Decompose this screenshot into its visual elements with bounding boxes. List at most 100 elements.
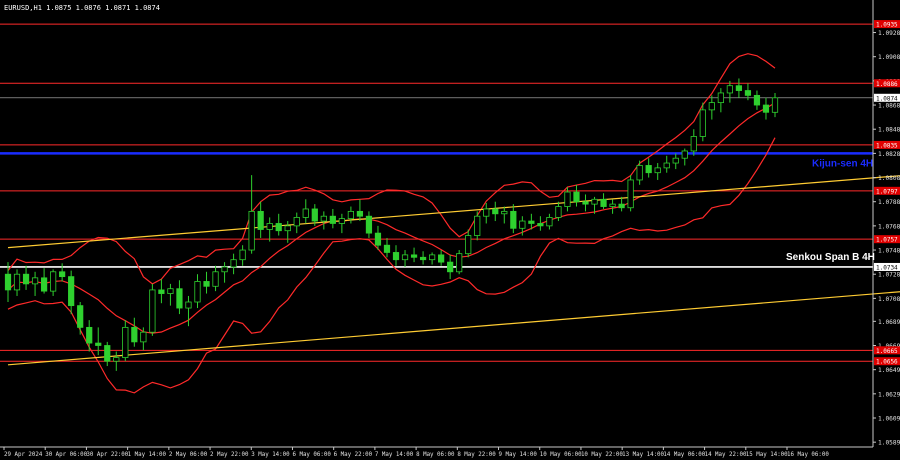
y-tick-label: 1.0728	[878, 272, 900, 279]
candle-body	[275, 223, 282, 232]
candle-body	[302, 208, 309, 218]
x-tick-label: 30 Apr 22:00	[86, 452, 128, 458]
x-tick-label: 2 May 22:00	[210, 452, 249, 458]
y-tick-label: 1.0848	[878, 127, 900, 134]
candle-body	[537, 223, 544, 227]
candle-body	[744, 90, 752, 96]
price-level-label: 1.0734	[876, 264, 898, 271]
candle-body	[86, 326, 93, 344]
candle-body	[465, 235, 472, 255]
candle-body	[13, 273, 21, 291]
y-tick-label: 1.0649	[878, 367, 900, 374]
candle-body	[447, 261, 454, 273]
x-tick-label: 1 May 14:00	[128, 452, 167, 458]
candle-body	[347, 210, 355, 220]
price-chart[interactable]: 1.09281.09081.08881.08681.08481.08281.08…	[0, 0, 900, 460]
candle-body	[185, 301, 192, 309]
candle-body	[419, 256, 427, 261]
chart-background	[0, 0, 900, 460]
x-tick-label: 15 May 14:00	[746, 452, 788, 458]
y-tick-label: 1.0768	[878, 223, 900, 230]
candle-body	[131, 326, 138, 343]
candle-body	[329, 215, 336, 224]
candle-body	[122, 326, 129, 358]
candle-body	[239, 249, 246, 261]
candle-body	[654, 167, 661, 174]
candle-body	[194, 281, 201, 303]
candle-body	[158, 289, 165, 294]
x-tick-label: 14 May 22:00	[705, 452, 747, 458]
price-level-label: 1.0886	[876, 81, 898, 88]
y-tick-label: 1.0589	[878, 440, 900, 447]
candle-body	[356, 210, 364, 217]
candle-body	[95, 342, 102, 346]
candle	[627, 175, 634, 212]
candle-body	[410, 254, 418, 258]
candle-body	[140, 331, 147, 343]
candle-body	[564, 191, 571, 207]
candle-body	[645, 165, 652, 174]
current-price-label: 1.0874	[876, 95, 898, 102]
candle-body	[203, 281, 210, 287]
candle-body	[31, 277, 39, 285]
y-tick-label: 1.0708	[878, 296, 900, 303]
candle-body	[221, 266, 228, 273]
candle-body	[555, 206, 562, 218]
candle-body	[212, 271, 219, 287]
candle-body	[546, 217, 553, 227]
candle-body	[428, 254, 436, 261]
candle-body	[338, 218, 345, 224]
chart-header-title: EURUSD,H1 1.0875 1.0876 1.0871 1.0874	[4, 4, 160, 12]
candle-body	[320, 215, 327, 222]
candle-body	[492, 208, 499, 215]
y-tick-label: 1.0868	[878, 103, 900, 110]
candle-body	[383, 244, 391, 253]
candle-body	[501, 210, 508, 215]
candle-body	[257, 210, 264, 230]
candle-body	[392, 252, 400, 261]
candle-body	[284, 225, 291, 232]
candle-body	[528, 220, 535, 224]
x-tick-label: 16 May 06:00	[787, 452, 829, 458]
candle-body	[176, 288, 183, 309]
candle-body	[374, 232, 382, 246]
y-tick-label: 1.0928	[878, 30, 900, 37]
candle-body	[627, 179, 634, 209]
candle-body	[699, 109, 706, 137]
candle-body	[50, 271, 57, 292]
x-tick-label: 30 Apr 06:00	[45, 452, 87, 458]
candle-body	[573, 191, 580, 203]
x-tick-label: 8 May 06:00	[416, 452, 455, 458]
candle-body	[717, 92, 724, 104]
candle-body	[510, 210, 517, 229]
kijun-sen-label: Kijun-sen 4H	[812, 158, 873, 169]
candle-body	[690, 136, 697, 152]
candle-body	[618, 203, 625, 209]
candle-body	[40, 277, 48, 292]
candle-body	[600, 198, 607, 207]
price-level-label: 1.0797	[876, 188, 898, 195]
y-tick-label: 1.0748	[878, 248, 900, 255]
candle-body	[456, 253, 463, 273]
candle	[456, 250, 463, 275]
x-tick-label: 2 May 06:00	[169, 452, 208, 458]
candle-body	[726, 85, 733, 94]
candle-body	[753, 94, 761, 106]
candle-body	[681, 150, 688, 159]
candle-body	[735, 85, 743, 91]
candle-body	[230, 259, 237, 268]
candle-body	[266, 223, 273, 230]
candle-body	[59, 271, 66, 278]
candle-body	[167, 288, 174, 294]
price-level-label: 1.0757	[876, 237, 898, 244]
candle-body	[663, 162, 670, 169]
candle-body	[311, 208, 318, 222]
candle-body	[113, 357, 120, 362]
x-tick-label: 29 Apr 2024	[4, 452, 43, 458]
price-level-label: 1.0835	[876, 142, 898, 149]
y-tick-label: 1.0689	[878, 319, 900, 326]
candle-body	[248, 210, 255, 251]
senkou-span-b-label: Senkou Span B 4H	[786, 252, 875, 263]
candle	[149, 283, 156, 336]
candle-body	[104, 345, 111, 362]
